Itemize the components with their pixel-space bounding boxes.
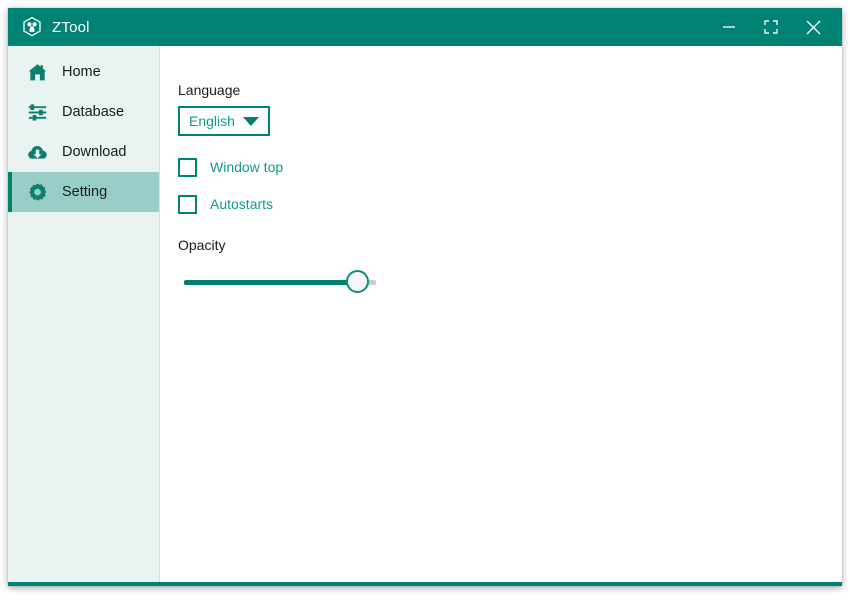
sidebar-item-label: Home xyxy=(62,64,101,80)
window-top-label: Window top xyxy=(210,159,284,175)
language-selected-value: English xyxy=(189,113,235,129)
sidebar-item-label: Download xyxy=(62,144,127,160)
sidebar: Home Database Download Setting xyxy=(8,46,160,582)
language-label: Language xyxy=(178,82,241,98)
minimize-button[interactable] xyxy=(708,8,750,46)
cloud-download-icon xyxy=(26,141,48,163)
sidebar-item-label: Setting xyxy=(62,184,108,200)
autostarts-checkbox-row[interactable]: Autostarts xyxy=(178,193,842,215)
opacity-slider-thumb[interactable] xyxy=(346,270,369,293)
maximize-button[interactable] xyxy=(750,8,792,46)
opacity-slider[interactable] xyxy=(184,270,376,294)
gear-icon xyxy=(26,181,48,203)
sidebar-item-label: Database xyxy=(62,104,125,120)
sidebar-item-home[interactable]: Home xyxy=(8,52,159,92)
settings-panel: Language English Window top Autostarts O… xyxy=(160,46,842,582)
app-title: ZTool xyxy=(52,18,90,36)
opacity-label: Opacity xyxy=(178,237,226,253)
window-body: Home Database Download Setting Language … xyxy=(8,46,842,582)
close-button[interactable] xyxy=(792,8,834,46)
autostarts-label: Autostarts xyxy=(210,196,274,212)
sliders-icon xyxy=(26,101,48,123)
app-window: ZTool Home Database Download Setting Lan… xyxy=(8,8,842,586)
window-top-checkbox[interactable] xyxy=(178,157,197,177)
title-bar[interactable]: ZTool xyxy=(8,8,842,46)
sidebar-item-download[interactable]: Download xyxy=(8,132,159,172)
sidebar-item-database[interactable]: Database xyxy=(8,92,159,132)
language-select[interactable]: English xyxy=(178,106,270,136)
window-top-checkbox-row[interactable]: Window top xyxy=(178,156,842,178)
chevron-down-icon xyxy=(243,117,259,126)
hexagon-trefoil-icon xyxy=(21,16,43,38)
opacity-slider-fill xyxy=(184,280,356,285)
sidebar-item-setting[interactable]: Setting xyxy=(8,172,159,212)
autostarts-checkbox[interactable] xyxy=(178,194,197,214)
home-icon xyxy=(26,61,48,83)
